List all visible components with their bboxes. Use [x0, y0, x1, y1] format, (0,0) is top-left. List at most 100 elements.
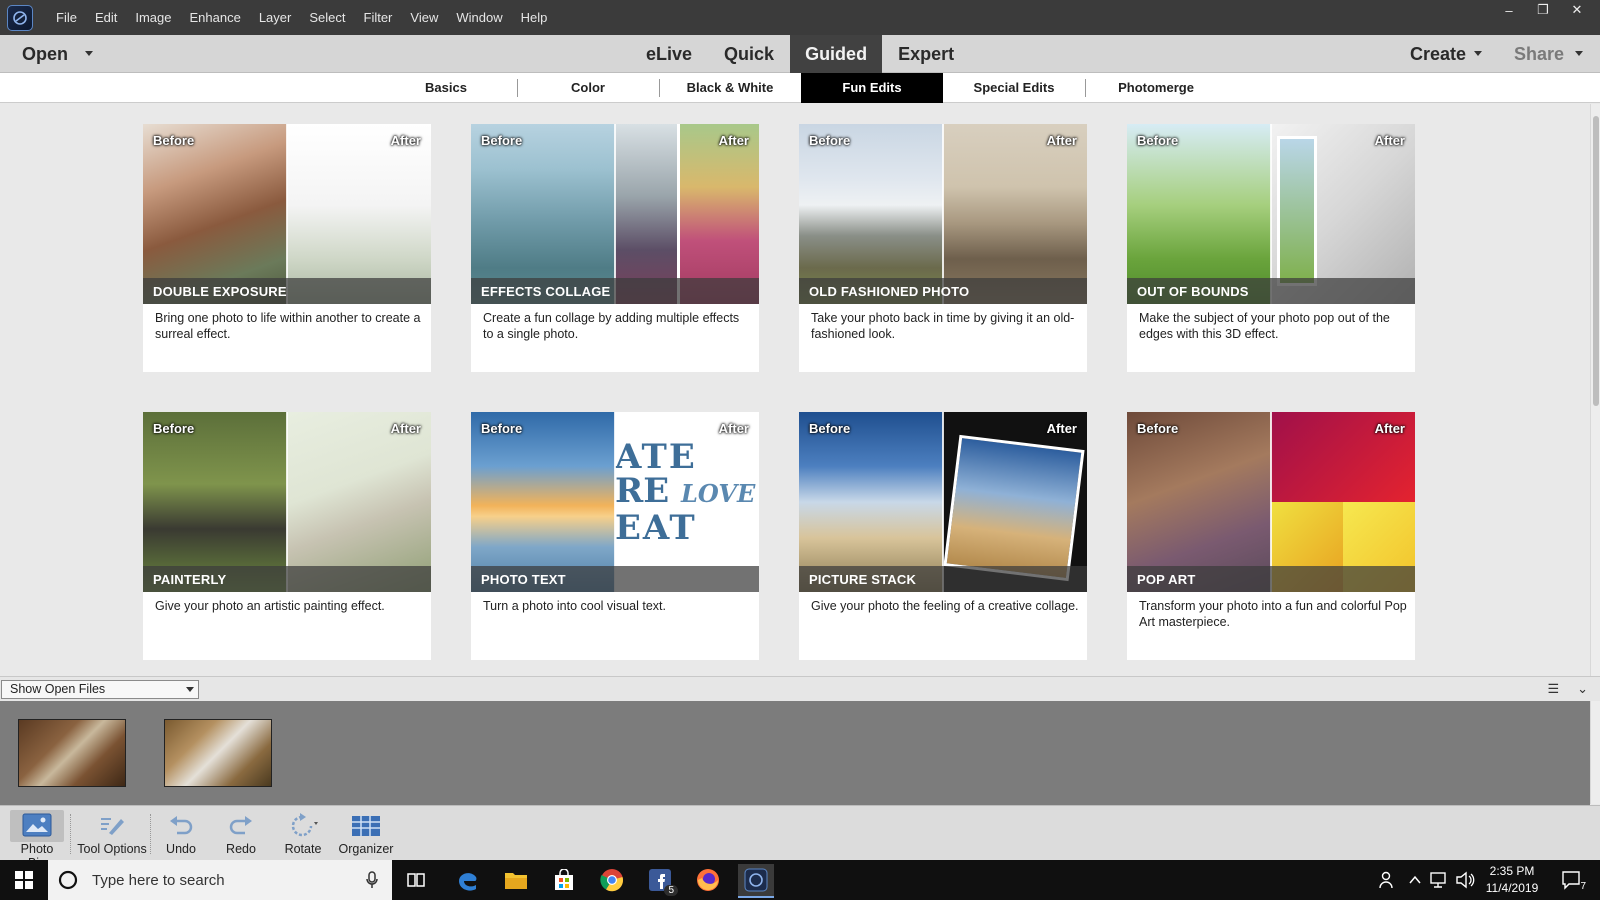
- menu-bar: File Edit Image Enhance Layer Select Fil…: [0, 0, 1600, 35]
- scrollbar-thumb[interactable]: [1593, 116, 1599, 406]
- windows-taskbar: Type here to search 5 2:35 PM 11/4/2019: [0, 860, 1600, 900]
- file-explorer-icon[interactable]: [498, 866, 534, 894]
- card-thumbnail: Before After EFFECTS COLLAGE: [471, 124, 759, 304]
- open-button[interactable]: Open: [22, 35, 68, 73]
- redo-label: Redo: [226, 842, 256, 856]
- card-thumbnail: Before After DOUBLE EXPOSURE: [143, 124, 431, 304]
- tab-basics[interactable]: Basics: [375, 73, 517, 103]
- card-title: PHOTO TEXT: [481, 572, 566, 587]
- menu-edit[interactable]: Edit: [86, 0, 126, 35]
- rotate-icon: [280, 810, 326, 842]
- mode-expert[interactable]: Expert: [882, 35, 970, 73]
- menu-help[interactable]: Help: [512, 0, 557, 35]
- card-pop-art[interactable]: Before After POP ART Transform your phot…: [1127, 412, 1415, 660]
- tool-options-button[interactable]: Tool Options: [75, 810, 149, 856]
- task-view-icon[interactable]: [398, 866, 434, 894]
- menu-enhance[interactable]: Enhance: [181, 0, 250, 35]
- card-description: Transform your photo into a fun and colo…: [1139, 599, 1407, 629]
- after-label: After: [1374, 421, 1405, 436]
- open-file-thumbnail[interactable]: [164, 719, 272, 787]
- bin-options-menu-icon[interactable]: ☰: [1547, 681, 1559, 697]
- card-photo-text[interactable]: ATE RE LOVE EAT Before After PHOTO TEXT …: [471, 412, 759, 660]
- tab-photomerge[interactable]: Photomerge: [1085, 73, 1227, 103]
- card-painterly[interactable]: Before After PAINTERLY Give your photo a…: [143, 412, 431, 660]
- bin-collapse-chevron-icon[interactable]: ⌄: [1577, 681, 1588, 697]
- show-hidden-icons-chevron-icon[interactable]: [1404, 866, 1426, 894]
- mode-guided[interactable]: Guided: [790, 35, 883, 73]
- chrome-icon[interactable]: [594, 866, 630, 894]
- microsoft-store-icon[interactable]: [546, 866, 582, 894]
- photoshop-elements-taskbar-icon[interactable]: [738, 864, 774, 898]
- card-out-of-bounds[interactable]: Before After OUT OF BOUNDS Make the subj…: [1127, 124, 1415, 372]
- menu-view[interactable]: View: [401, 0, 447, 35]
- card-effects-collage[interactable]: Before After EFFECTS COLLAGE Create a fu…: [471, 124, 759, 372]
- card-title: PAINTERLY: [153, 572, 227, 587]
- tab-black-white[interactable]: Black & White: [659, 73, 801, 103]
- menu-image[interactable]: Image: [126, 0, 180, 35]
- menu-file[interactable]: File: [47, 0, 86, 35]
- open-file-thumbnail[interactable]: [18, 719, 126, 787]
- after-label: After: [1046, 421, 1077, 436]
- edge-browser-icon[interactable]: [450, 866, 486, 894]
- clock-date: 11/4/2019: [1485, 881, 1539, 895]
- rotate-label: Rotate: [284, 842, 322, 856]
- card-title: OLD FASHIONED PHOTO: [809, 284, 970, 299]
- card-description: Make the subject of your photo pop out o…: [1139, 311, 1390, 341]
- photo-bin-icon: [10, 810, 64, 842]
- photo-bin-header: Show Open Files ☰ ⌄: [0, 676, 1600, 701]
- menu-select[interactable]: Select: [300, 0, 354, 35]
- organizer-icon: [336, 810, 396, 842]
- tool-options-icon: [75, 810, 149, 842]
- action-center-icon[interactable]: 7: [1554, 866, 1590, 894]
- share-dropdown-icon[interactable]: [1575, 51, 1583, 56]
- create-button[interactable]: Create: [1410, 35, 1466, 73]
- menu-window[interactable]: Window: [447, 0, 511, 35]
- tab-color[interactable]: Color: [517, 73, 659, 103]
- menu-layer[interactable]: Layer: [250, 0, 301, 35]
- dropdown-value: Show Open Files: [10, 682, 106, 696]
- rotate-button[interactable]: Rotate: [280, 810, 326, 856]
- redo-button[interactable]: Redo: [218, 810, 264, 856]
- organizer-button[interactable]: Organizer: [336, 810, 396, 856]
- create-dropdown-icon[interactable]: [1474, 51, 1482, 56]
- taskbar-clock[interactable]: 2:35 PM 11/4/2019: [1482, 863, 1542, 897]
- before-label: Before: [481, 421, 523, 436]
- card-description: Bring one photo to life within another t…: [155, 311, 421, 341]
- network-icon[interactable]: [1426, 866, 1452, 894]
- open-dropdown-icon[interactable]: [85, 51, 93, 56]
- show-open-files-dropdown[interactable]: Show Open Files: [1, 680, 199, 699]
- before-label: Before: [1137, 421, 1179, 436]
- restore-button[interactable]: ❐: [1528, 0, 1558, 20]
- card-picture-stack[interactable]: Before After PICTURE STACK Give your pho…: [799, 412, 1087, 660]
- volume-icon[interactable]: [1452, 866, 1478, 894]
- share-button[interactable]: Share: [1514, 35, 1564, 73]
- card-double-exposure[interactable]: Before After DOUBLE EXPOSURE Bring one p…: [143, 124, 431, 372]
- tab-special-edits[interactable]: Special Edits: [943, 73, 1085, 103]
- minimize-button[interactable]: –: [1494, 0, 1524, 20]
- before-label: Before: [1137, 133, 1179, 148]
- facebook-icon[interactable]: 5: [642, 866, 678, 896]
- people-icon[interactable]: [1370, 866, 1406, 894]
- mode-quick[interactable]: Quick: [708, 35, 790, 73]
- after-label: After: [718, 133, 749, 148]
- card-old-fashioned-photo[interactable]: Before After OLD FASHIONED PHOTO Take yo…: [799, 124, 1087, 372]
- tab-fun-edits[interactable]: Fun Edits: [801, 73, 943, 103]
- mode-elive[interactable]: eLive: [630, 35, 708, 73]
- taskbar-search-box[interactable]: Type here to search: [48, 860, 392, 900]
- guided-tabs-bar: Basics Color Black & White Fun Edits Spe…: [0, 73, 1600, 103]
- mode-bar: Open eLive Quick Guided Expert Create Sh…: [0, 35, 1600, 73]
- card-thumbnail: Before After PAINTERLY: [143, 412, 431, 592]
- undo-button[interactable]: Undo: [158, 810, 204, 856]
- close-button[interactable]: ✕: [1562, 0, 1592, 20]
- card-thumbnail: ATE RE LOVE EAT Before After PHOTO TEXT: [471, 412, 759, 592]
- card-description: Give your photo an artistic painting eff…: [155, 599, 385, 613]
- facebook-notification-badge: 5: [664, 885, 678, 896]
- firefox-icon[interactable]: [690, 866, 726, 894]
- notification-count: 7: [1580, 881, 1586, 892]
- card-thumbnail: Before After POP ART: [1127, 412, 1415, 592]
- before-label: Before: [809, 133, 851, 148]
- menu-filter[interactable]: Filter: [355, 0, 402, 35]
- search-placeholder: Type here to search: [92, 871, 225, 889]
- microphone-icon[interactable]: [366, 871, 378, 889]
- windows-start-icon[interactable]: [0, 860, 48, 900]
